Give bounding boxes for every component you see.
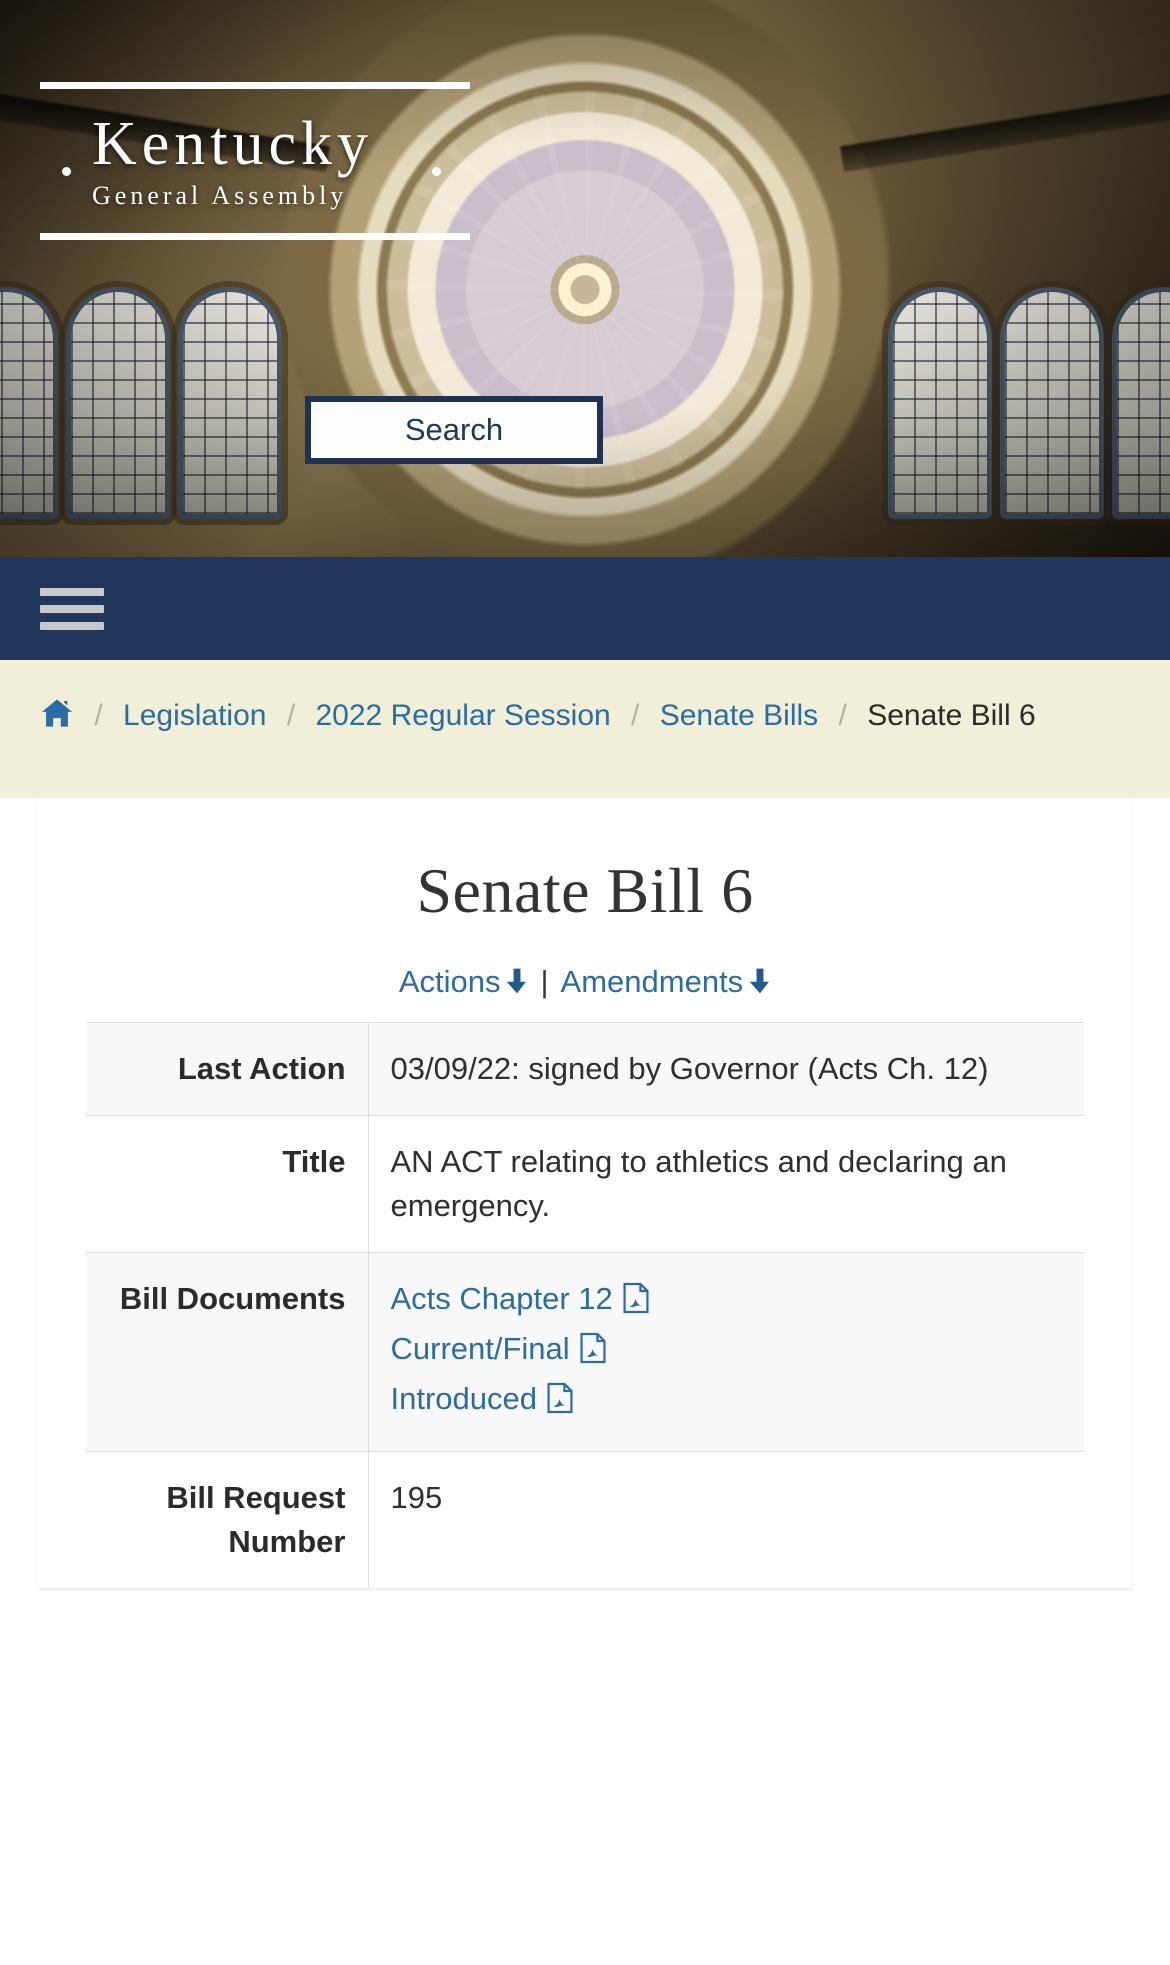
doc-link-label: Current/Final [390,1330,570,1366]
bill-detail-card: Senate Bill 6 Actions | Amendments Last Ac… [38,797,1132,1588]
arrow-down-icon [506,966,528,993]
row-value: 195 [390,1479,443,1515]
jump-link-actions[interactable]: Actions [399,964,529,999]
breadcrumb-item-senate-bills[interactable]: Senate Bills [660,699,818,732]
logo-subtitle: General Assembly [92,181,348,210]
hamburger-bar [40,604,104,613]
logo-dot-left [62,167,71,176]
arrow-down-icon [749,966,771,993]
bill-document-link-acts-chapter[interactable]: Acts Chapter 12 [391,1277,1063,1321]
jump-link-actions-label: Actions [398,963,501,999]
row-label: Last Action [86,1022,369,1116]
logo-rule-bottom [40,233,470,240]
site-logo[interactable]: Kentucky General Assembly [40,82,470,240]
pdf-icon [547,1382,573,1414]
main-navbar [0,557,1170,660]
bill-document-link-introduced[interactable]: Introduced [391,1377,1063,1421]
breadcrumb-separator: / [631,699,640,732]
page-title: Senate Bill 6 [416,854,754,926]
jump-link-amendments-label: Amendments [560,963,744,999]
row-value-documents: Acts Chapter 12 Current/Final Introduced [368,1252,1084,1451]
jump-link-amendments[interactable]: Amendments [561,964,772,999]
row-label: Bill Documents [86,1252,369,1452]
table-row: Title AN ACT relating to athletics and d… [86,1115,1084,1253]
bill-details-table: Last Action 03/09/22: signed by Governor… [86,1022,1084,1588]
logo-state-name: Kentucky [92,110,374,178]
hamburger-menu-icon[interactable] [40,585,104,633]
search-input[interactable]: Search [305,396,603,464]
logo-rule-top [40,82,470,89]
jump-links: Actions | Amendments [86,964,1084,1000]
row-label: Title [86,1115,369,1253]
doc-link-label: Introduced [390,1380,538,1416]
hamburger-bar [40,587,104,596]
breadcrumb-separator: / [94,699,103,732]
breadcrumb-band: / Legislation / 2022 Regular Session / S… [0,660,1170,798]
search-label: Search [404,412,504,447]
doc-link-label: Acts Chapter 12 [390,1280,613,1316]
breadcrumb-item-legislation[interactable]: Legislation [123,699,266,732]
jump-link-divider: | [540,963,549,999]
breadcrumb-item-current: Senate Bill 6 [867,699,1036,732]
breadcrumb-separator: / [286,699,296,732]
site-header-hero: Kentucky General Assembly Search [0,0,1170,557]
row-value: AN ACT relating to athletics and declari… [390,1143,1007,1223]
home-icon[interactable] [40,693,74,727]
table-row: Bill Request Number 195 [86,1451,1084,1588]
row-value: 03/09/22: signed by Governor (Acts Ch. 1… [390,1050,989,1086]
row-label: Bill Request Number [86,1451,369,1588]
bill-document-link-current-final[interactable]: Current/Final [391,1327,1063,1371]
hamburger-bar [40,621,104,630]
breadcrumb-separator: / [838,699,847,732]
table-row: Bill Documents Acts Chapter 12 Current/F… [86,1252,1084,1452]
breadcrumb-item-session[interactable]: 2022 Regular Session [316,699,611,732]
pdf-icon [580,1332,606,1364]
pdf-icon [623,1282,649,1314]
breadcrumb: / Legislation / 2022 Regular Session / S… [40,690,1130,742]
table-row: Last Action 03/09/22: signed by Governor… [86,1022,1084,1116]
logo-dot-right [432,167,441,176]
